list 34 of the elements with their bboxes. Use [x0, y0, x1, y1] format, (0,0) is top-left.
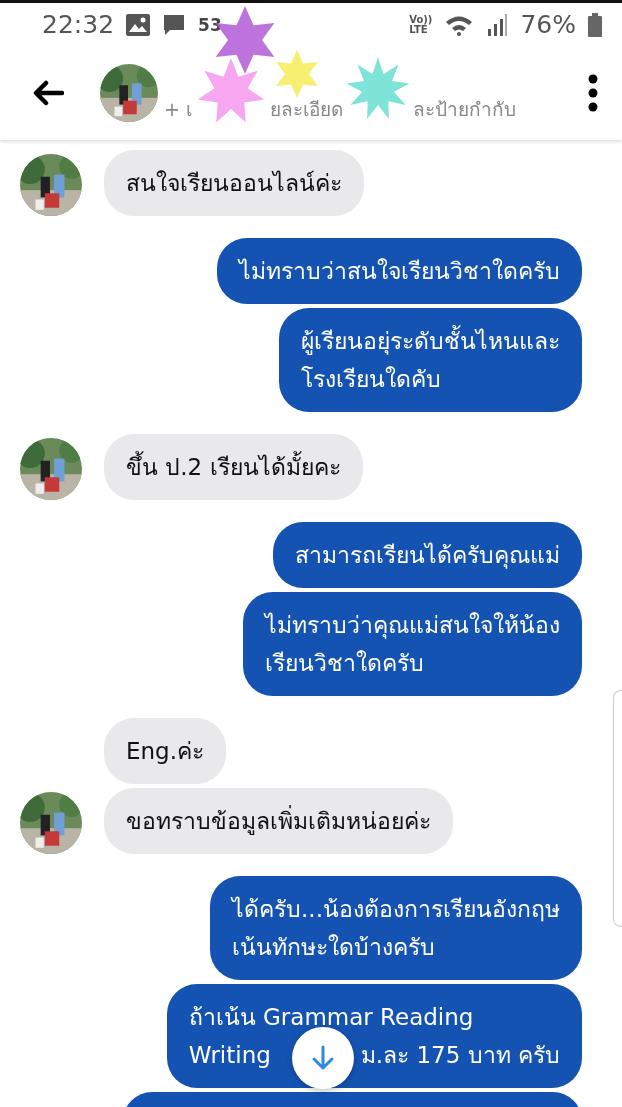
chat-icon [162, 12, 187, 37]
message-text: เรียนวิชาใดครับ [265, 649, 424, 678]
message-text: Eng.ค่ะ [126, 737, 205, 766]
message-text: ขึ้น ป.2 เรียนได้มั้ยคะ [126, 448, 341, 486]
message-text: สนใจเรียนออนไลน์ค่ะ [126, 169, 342, 198]
subtitle-text: ยละเอียด [269, 97, 343, 122]
battery-icon [588, 12, 602, 37]
signal-icon [486, 13, 509, 36]
star-sticker-icon [346, 57, 410, 120]
more-options-icon[interactable] [588, 74, 598, 112]
clock: 22:32 [42, 10, 115, 39]
message-text: ถ้าเน้น Grammar Reading [188, 1003, 474, 1032]
network-label: Vo)) [409, 14, 433, 25]
message-text: ผู้เรียนอยุ่ระดับชั้นไหนและ [301, 322, 560, 360]
battery-percent: 76% [520, 10, 576, 39]
message-text: เน้นทักษะใดบ้างครับ [232, 933, 436, 962]
back-arrow-icon[interactable] [32, 79, 64, 107]
subtitle-text: ละป้ายกำกับ [412, 97, 516, 122]
notification-count: 53 [198, 14, 222, 35]
network-label: LTE [409, 24, 429, 35]
message-text: ขอทราบข้อมูลเพิ่มเติมหน่อยค่ะ [126, 802, 431, 840]
star-sticker-icon [197, 58, 265, 123]
message-text: ม.ละ 175 บาท ครับ [360, 1041, 560, 1070]
down-arrow-icon [311, 1045, 335, 1071]
message-text: สามารถเรียนได้ครับคุณแม่ [295, 541, 560, 571]
image-icon [126, 13, 151, 36]
star-sticker-icon [276, 50, 318, 98]
message-text: ไม่ทราบว่าสนใจเรียนวิชาใดครับ [239, 257, 560, 286]
subtitle-text: + เ [164, 97, 192, 122]
message-text: ไม่ทราบว่าคุณแม่สนใจให้น้อง [265, 611, 560, 641]
message-text: ได้ครับ...น้องต้องการเรียนอังกฤษ [232, 895, 560, 924]
message-text: Writing [188, 1041, 271, 1070]
scrollbar-handle[interactable] [613, 690, 622, 927]
message-text: โรงเรียนใดคับ [301, 365, 441, 394]
